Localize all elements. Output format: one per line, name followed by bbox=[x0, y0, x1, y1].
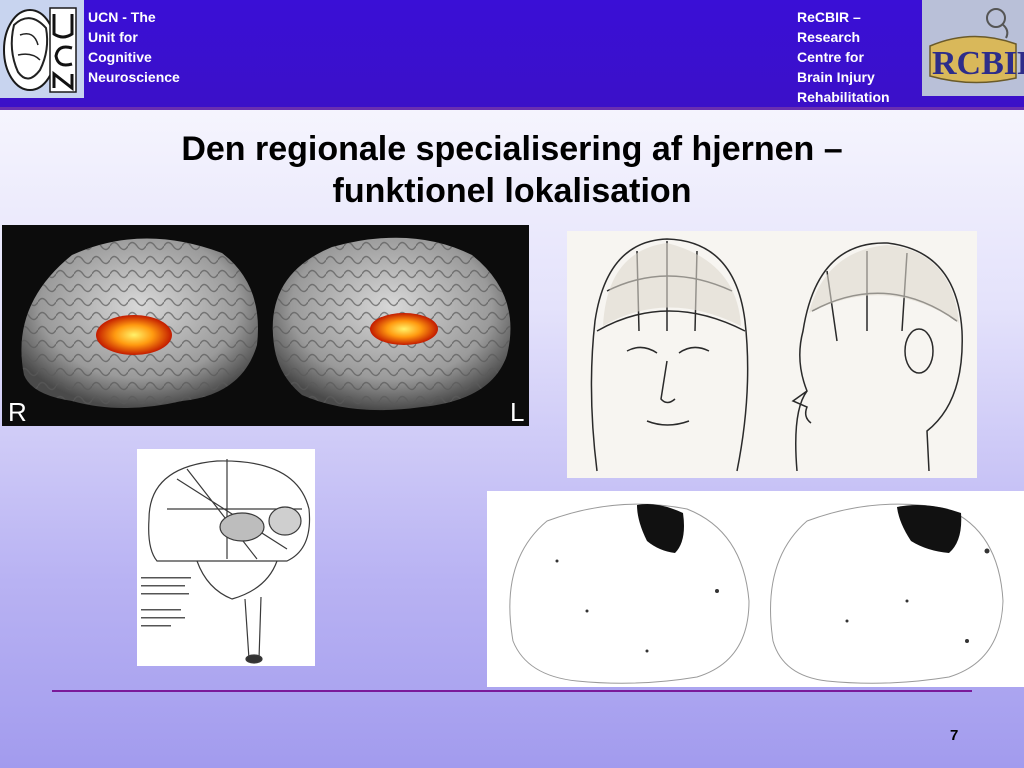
ucn-line: Cognitive bbox=[88, 49, 152, 65]
ucn-name: UCN - The Unit for Cognitive Neuroscienc… bbox=[88, 7, 180, 87]
footer-divider bbox=[52, 690, 972, 692]
activation-blob-right bbox=[96, 315, 172, 355]
fmri-brain-image: R L bbox=[2, 225, 529, 426]
recbir-name: ReCBIR – Research Centre for Brain Injur… bbox=[797, 7, 890, 107]
slide-number: 7 bbox=[950, 727, 959, 744]
recbir-line: ReCBIR – bbox=[797, 9, 861, 25]
ucn-line: UCN - The bbox=[88, 9, 156, 25]
title-line-1: Den regionale specialisering af hjernen … bbox=[181, 130, 843, 168]
phrenology-heads-image bbox=[567, 231, 977, 478]
header-divider bbox=[0, 107, 1024, 110]
recbir-logo: RCBIR bbox=[922, 0, 1024, 96]
ucn-logo bbox=[0, 0, 84, 98]
recbir-line: Rehabilitation bbox=[797, 89, 890, 105]
recbir-line: Centre for bbox=[797, 49, 864, 65]
brain-slices-image bbox=[487, 491, 1024, 687]
recbir-line: Brain Injury bbox=[797, 69, 875, 85]
hemisphere-label-r: R bbox=[8, 397, 27, 426]
activation-blob-left bbox=[370, 313, 438, 345]
ucn-line: Neuroscience bbox=[88, 69, 180, 85]
hemisphere-label-l: L bbox=[510, 397, 524, 426]
svg-text:RCBIR: RCBIR bbox=[932, 45, 1024, 82]
brain-sketch-image bbox=[137, 449, 315, 666]
title-line-2: funktionel lokalisation bbox=[332, 172, 692, 210]
recbir-line: Research bbox=[797, 29, 861, 45]
ucn-line: Unit for bbox=[88, 29, 138, 45]
slide-title: Den regionale specialisering af hjernen … bbox=[60, 128, 964, 212]
